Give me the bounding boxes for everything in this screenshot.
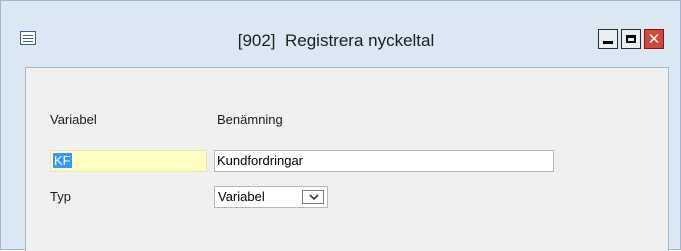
title-bar[interactable]: [902] Registrera nyckeltal ✕ <box>1 1 680 59</box>
window-menu-icon[interactable] <box>20 31 36 45</box>
dialog-window: [902] Registrera nyckeltal ✕ Variabel Be… <box>0 0 681 251</box>
close-button[interactable]: ✕ <box>644 29 664 49</box>
window-title: [902] Registrera nyckeltal <box>237 31 435 50</box>
type-label: Typ <box>50 189 71 204</box>
variable-label: Variabel <box>50 112 97 127</box>
minimize-button[interactable] <box>598 29 618 49</box>
type-dropdown[interactable]: Variabel <box>214 186 328 208</box>
variable-input[interactable]: KF <box>50 150 207 172</box>
form-panel: Variabel Benämning KF Kundfordringar Typ… <box>25 67 669 251</box>
close-icon: ✕ <box>647 29 661 48</box>
name-input[interactable]: Kundfordringar <box>214 150 554 172</box>
minimize-icon <box>603 41 613 44</box>
variable-input-selected-text: KF <box>53 153 72 168</box>
name-label: Benämning <box>217 112 283 127</box>
type-dropdown-value: Variabel <box>218 189 265 204</box>
chevron-down-icon <box>309 194 319 201</box>
dropdown-arrow-button[interactable] <box>302 190 324 204</box>
maximize-icon <box>626 35 636 43</box>
maximize-button[interactable] <box>621 29 641 49</box>
